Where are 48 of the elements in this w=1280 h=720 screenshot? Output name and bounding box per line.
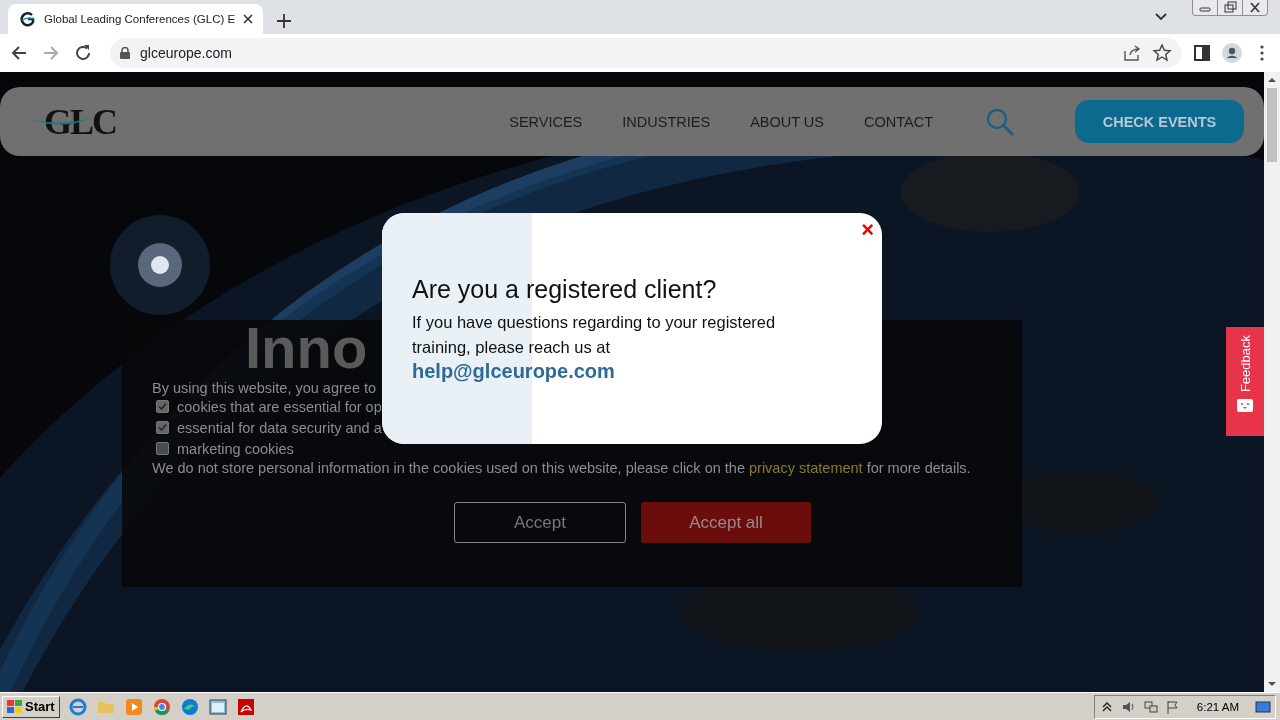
check-events-button[interactable]: CHECK EVENTS: [1075, 100, 1244, 143]
pdf-icon[interactable]: [235, 696, 256, 717]
checkbox-label: marketing cookies: [177, 440, 294, 457]
windows-logo-icon: [7, 699, 23, 714]
side-panel-icon[interactable]: [1192, 43, 1212, 63]
nav-link[interactable]: CONTACT: [864, 113, 933, 130]
scrollbar-thumb[interactable]: [1267, 88, 1277, 162]
modal-title: Are you a registered client?: [412, 275, 718, 304]
show-desktop-icon[interactable]: [1255, 698, 1271, 715]
cookie-intro: By using this website, you agree to: [152, 380, 377, 396]
checkbox[interactable]: [156, 442, 169, 455]
scroll-down-icon[interactable]: [1268, 680, 1276, 688]
g-logo-icon: [20, 11, 36, 27]
profile-icon[interactable]: [1222, 43, 1242, 63]
email-link[interactable]: help@glceurope.com: [412, 360, 615, 383]
logo[interactable]: GLC: [44, 100, 116, 143]
chrome-icon[interactable]: [151, 696, 172, 717]
close-button[interactable]: ×: [861, 219, 874, 241]
nav-link[interactable]: ABOUT US: [750, 113, 824, 130]
feedback-tab[interactable]: Feedback: [1226, 327, 1264, 436]
checkbox-label: cookies that are essential for op: [177, 398, 382, 415]
checkbox[interactable]: [156, 400, 169, 413]
scroll-up-icon[interactable]: [1268, 76, 1276, 84]
clock: 6:21 AM: [1196, 700, 1239, 713]
checkbox[interactable]: [156, 421, 169, 434]
accept-button[interactable]: Accept: [454, 502, 626, 543]
media-player-icon[interactable]: [123, 696, 144, 717]
start-button[interactable]: Start: [2, 695, 60, 718]
accept-all-button[interactable]: Accept all: [641, 502, 811, 543]
new-tab-icon[interactable]: [277, 14, 292, 28]
modal-text: If you have questions regarding to your registered training, please reach us at: [412, 312, 777, 358]
browser-tab[interactable]: Global Leading Conferences (GLC) E: [8, 4, 264, 34]
share-icon[interactable]: [1122, 43, 1142, 63]
star-icon[interactable]: [1152, 43, 1172, 63]
lock-icon: [120, 47, 130, 59]
window-icon[interactable]: [207, 696, 228, 717]
checkbox-label: essential for data security and a: [177, 419, 382, 436]
network-icon[interactable]: [1142, 698, 1159, 715]
nav-link[interactable]: INDUSTRIES: [622, 113, 711, 130]
tab-title: Global Leading Conferences (GLC) E: [44, 13, 236, 25]
cookie-note: We do not store personal information in the cookies used on this website, please click on the privacy statement for more details.: [152, 459, 972, 478]
privacy-link[interactable]: privacy statement: [749, 460, 863, 476]
close-tab-icon[interactable]: [243, 14, 254, 24]
flag-icon[interactable]: [1164, 698, 1181, 715]
smiley-icon: [1236, 398, 1254, 415]
address-bar[interactable]: glceurope.com: [110, 38, 1182, 68]
hero-headline: Inno: [245, 314, 368, 381]
nav-link[interactable]: SERVICES: [509, 113, 583, 130]
